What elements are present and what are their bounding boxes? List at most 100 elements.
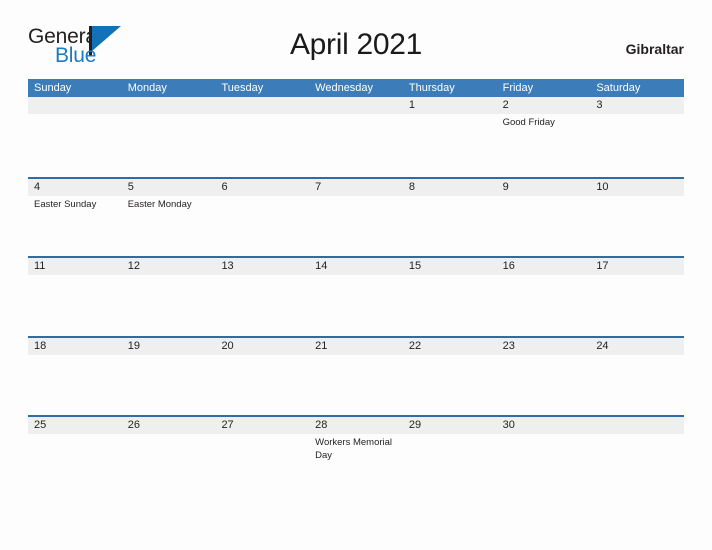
day-number-cell[interactable]: 18 [28, 338, 122, 355]
weekday-header-thursday: Thursday [408, 82, 455, 94]
day-events-cell[interactable] [28, 355, 122, 417]
day-number: 27 [221, 419, 234, 431]
day-events-cell[interactable] [28, 275, 122, 337]
day-number-cell[interactable]: 19 [122, 338, 216, 355]
day-number-cell[interactable]: 20 [215, 338, 309, 355]
day-events-cell[interactable] [122, 114, 216, 176]
day-number: 16 [502, 260, 515, 272]
day-events-list [315, 196, 403, 199]
day-number-cell[interactable] [309, 97, 403, 114]
day-number-cell[interactable] [28, 97, 122, 114]
day-events-cell[interactable] [403, 434, 497, 496]
day-events-cell[interactable] [403, 355, 497, 417]
day-number-cell[interactable]: 28 [309, 417, 403, 434]
day-events-list [128, 275, 216, 278]
day-events-list: Easter Sunday [34, 196, 122, 212]
day-events-cell[interactable] [590, 355, 684, 417]
day-events-cell[interactable] [403, 114, 497, 176]
day-events-cell[interactable]: Workers Memorial Day [309, 434, 403, 496]
day-number-cell[interactable]: 25 [28, 417, 122, 434]
day-number-cell[interactable]: 2 [497, 97, 591, 114]
day-number-cell[interactable] [122, 97, 216, 114]
day-events-list: Workers Memorial Day [315, 434, 403, 462]
day-events-cell[interactable] [215, 434, 309, 496]
day-number-cell[interactable]: 7 [309, 179, 403, 196]
day-events-cell[interactable] [497, 275, 591, 337]
day-number-cell[interactable]: 4 [28, 179, 122, 196]
day-events-cell[interactable] [497, 196, 591, 258]
day-events-cell[interactable] [403, 275, 497, 337]
day-events-cell[interactable] [122, 355, 216, 417]
day-number-cell[interactable]: 29 [403, 417, 497, 434]
day-number-cell[interactable]: 8 [403, 179, 497, 196]
day-events-cell[interactable] [497, 434, 591, 496]
day-events-cell[interactable] [122, 434, 216, 496]
day-events-list [503, 196, 591, 199]
day-number: 15 [408, 260, 422, 272]
calendar-week-row: 18 19 20 21 22 23 24 [28, 335, 684, 417]
day-events-cell[interactable] [215, 114, 309, 176]
day-events-list [596, 196, 684, 199]
day-events-cell[interactable] [215, 196, 309, 258]
day-events-cell[interactable] [590, 114, 684, 176]
day-events-cell[interactable] [497, 355, 591, 417]
day-events-cell[interactable] [403, 196, 497, 258]
day-events-cell[interactable] [28, 434, 122, 496]
day-number-cell[interactable]: 16 [497, 258, 591, 275]
day-number-cell[interactable]: 26 [122, 417, 216, 434]
day-number-cell[interactable]: 30 [497, 417, 591, 434]
day-events-cell[interactable] [215, 355, 309, 417]
day-number: 13 [221, 260, 234, 272]
day-number-cell[interactable]: 12 [122, 258, 216, 275]
day-number-cell[interactable]: 6 [215, 179, 309, 196]
day-number-cell[interactable]: 17 [590, 258, 684, 275]
day-events-list [34, 275, 122, 278]
day-events-cell[interactable] [590, 275, 684, 337]
day-events-cell[interactable] [309, 275, 403, 337]
day-number-cell[interactable]: 11 [28, 258, 122, 275]
day-events-cell[interactable] [590, 196, 684, 258]
day-number-cell[interactable]: 24 [590, 338, 684, 355]
holiday-event-label: Good Friday [502, 117, 555, 128]
day-number-cell[interactable]: 10 [590, 179, 684, 196]
day-events-list [315, 355, 403, 358]
day-number-cell[interactable]: 21 [309, 338, 403, 355]
holiday-event-label: Workers Memorial Day [315, 437, 393, 461]
day-number-cell[interactable] [215, 97, 309, 114]
day-events-list [596, 355, 684, 358]
day-number-cell[interactable]: 3 [590, 97, 684, 114]
day-events-cell[interactable]: Easter Sunday [28, 196, 122, 258]
day-number-cell[interactable]: 13 [215, 258, 309, 275]
day-events-cell[interactable]: Good Friday [497, 114, 591, 176]
day-events-cell[interactable] [309, 196, 403, 258]
day-events-cell[interactable] [309, 114, 403, 176]
day-events-cell[interactable] [309, 355, 403, 417]
day-events-cell[interactable] [215, 275, 309, 337]
calendar-grid: Sunday Monday Tuesday Wednesday Thursday… [28, 79, 684, 495]
holiday-event-label: Easter Sunday [34, 198, 97, 210]
day-events-cell[interactable] [590, 434, 684, 496]
weekday-header-sunday: Sunday [34, 82, 72, 94]
day-number: 21 [315, 339, 328, 352]
day-number-cell[interactable]: 9 [497, 179, 591, 196]
day-events-list [315, 275, 403, 278]
day-events-cell[interactable]: Easter Monday [122, 196, 216, 258]
day-events-list [315, 114, 403, 117]
day-number-cell[interactable]: 27 [215, 417, 309, 434]
calendar-week-row: 25 26 27 28 29 30 Workers Memorial Day [28, 415, 684, 495]
day-events-list [34, 114, 122, 117]
day-number-cell[interactable]: 15 [403, 258, 497, 275]
day-number-cell[interactable]: 1 [403, 97, 497, 114]
day-number-cell[interactable]: 14 [309, 258, 403, 275]
day-number: 3 [596, 99, 603, 111]
day-number-cell[interactable]: 22 [403, 338, 497, 355]
day-events-cell[interactable] [122, 275, 216, 337]
day-number-cell[interactable]: 23 [497, 338, 591, 355]
week-date-band: 1 2 3 [28, 97, 684, 114]
week-event-band [28, 275, 684, 337]
day-events-list [128, 114, 216, 117]
day-events-cell[interactable] [28, 114, 122, 176]
day-number-cell[interactable] [590, 417, 684, 434]
location-label: Gibraltar [625, 41, 684, 57]
day-number-cell[interactable]: 5 [122, 179, 216, 196]
